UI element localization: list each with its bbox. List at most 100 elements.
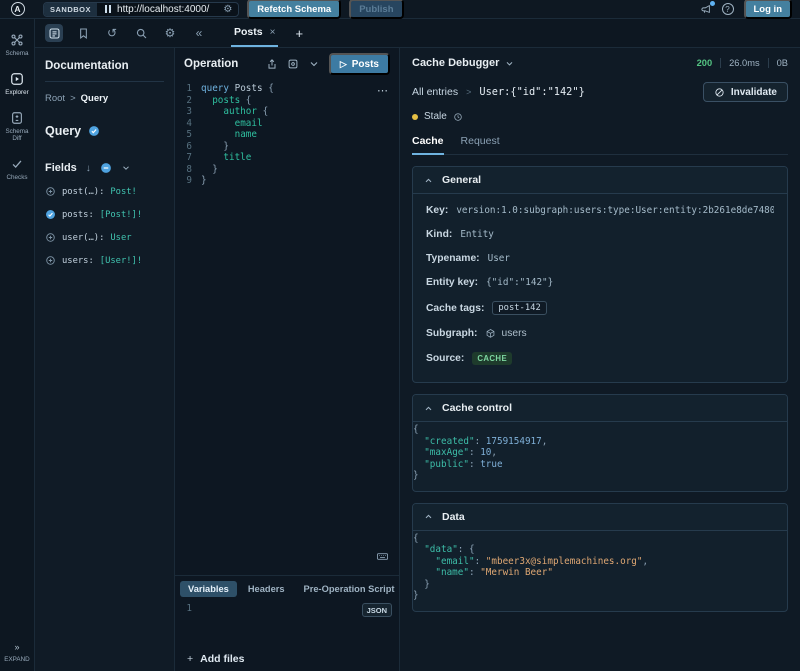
chevron-down-icon[interactable] [121,163,131,173]
clock-icon[interactable] [453,112,463,122]
settings-gear-icon[interactable]: ⚙ [161,24,179,42]
field-item[interactable]: post(…): Post! [45,186,164,197]
connection-settings-gear-icon[interactable]: ⚙ [217,4,238,15]
sidebar-item-schema-diff[interactable]: Schema Diff [0,111,34,142]
general-row: Cache tags:post-142 [426,301,774,315]
run-operation-button[interactable]: ▷ Posts [329,53,390,75]
add-files-button[interactable]: + Add files [175,647,399,671]
cache-control-card-header[interactable]: Cache control [413,395,787,422]
query-editor[interactable]: 1query Posts {2 posts {3 author {4 email… [175,80,399,575]
keyboard-shortcuts-icon[interactable] [376,550,389,568]
cache-control-json: { "created": 1759154917, "maxAge": 10, "… [413,422,787,491]
code-line: { [413,424,787,436]
code-text: { [413,424,419,436]
code-line[interactable]: 8 } [175,164,399,176]
invalidate-button[interactable]: Invalidate [703,82,788,102]
all-entries-link[interactable]: All entries [412,86,458,98]
operation-title: Operation [184,58,257,70]
saved-operations-bookmark-icon[interactable] [74,24,92,42]
variables-editor[interactable]: 1 JSON [175,600,399,647]
field-type[interactable]: [User!]! [100,256,142,266]
code-text: } [201,164,218,176]
bottom-tab-pre-operation-script[interactable]: Pre-Operation Script [296,581,399,597]
explorer-toolbar: ↺ ⚙ « Posts × + [35,19,800,48]
search-icon[interactable] [132,24,150,42]
code-line: "public": true [413,459,787,471]
run-history-icon[interactable]: ↺ [103,24,121,42]
close-tab-icon[interactable]: × [270,27,276,38]
operation-tab-posts[interactable]: Posts × [231,19,278,47]
field-type[interactable]: User [110,233,131,243]
sort-arrow-icon[interactable]: ↓ [86,163,91,174]
collapse-panel-icon[interactable]: « [190,24,208,42]
code-line[interactable]: 6 } [175,141,399,153]
code-line[interactable]: 1query Posts { [175,83,399,95]
no-entry-icon [714,87,725,98]
sidebar-item-schema[interactable]: Schema [5,33,28,57]
login-button[interactable]: Log in [744,0,793,19]
apollo-logo[interactable]: A [0,2,35,16]
expand-rail-button[interactable]: » EXPAND [4,642,29,671]
code-line[interactable]: 7 title [175,152,399,164]
source-badge: CACHE [472,352,512,365]
code-line[interactable]: 3 author { [175,106,399,118]
endpoint-url-bar[interactable]: SANDBOX http://localhost:4000/ ⚙ [43,2,239,17]
cache-tag-badge: post-142 [492,301,546,315]
pause-icon[interactable] [105,5,111,13]
general-card-header[interactable]: General [413,167,787,194]
code-text: "name": "Merwin Beer" [413,567,553,579]
field-item[interactable]: users:[User!]! [45,255,164,266]
general-row-value: Entity [460,229,494,240]
check-circle-icon [88,125,100,137]
field-item[interactable]: posts:[Post!]! [45,209,164,220]
field-type[interactable]: Post! [110,187,136,197]
refetch-schema-button[interactable]: Refetch Schema [247,0,341,19]
code-line: "email": "mbeer3x@simplemachines.org", [413,556,787,568]
field-name: post(…): [62,187,104,197]
save-operation-icon[interactable] [287,58,299,70]
code-text: title [201,152,251,164]
help-icon[interactable]: ? [722,3,734,15]
code-text: email [201,118,263,130]
json-format-badge[interactable]: JSON [362,603,392,617]
field-name: user(…): [62,233,104,243]
share-icon[interactable] [266,58,278,70]
code-line[interactable]: 9} [175,175,399,187]
panel-selector[interactable]: Cache Debugger [412,57,514,69]
line-options-icon[interactable]: ⋯ [377,84,389,97]
code-text: "public": true [413,459,503,471]
deselect-all-icon[interactable] [100,162,112,174]
tab-label: Posts [234,26,263,38]
code-line[interactable]: 2 posts { [175,95,399,107]
breadcrumb-root[interactable]: Root [45,93,65,104]
plus-circle-icon [45,255,56,266]
announcements-megaphone-icon[interactable] [700,3,712,15]
topbar: A SANDBOX http://localhost:4000/ ⚙ Refet… [0,0,800,19]
new-tab-button[interactable]: + [295,26,303,41]
documentation-panel-icon[interactable] [45,24,63,42]
line-number: 7 [175,152,201,164]
response-status: 200 26.0ms 0B [697,58,788,68]
code-line[interactable]: 4 email [175,118,399,130]
plus-circle-icon [45,186,56,197]
line-number: 1 [175,83,201,95]
data-card-header[interactable]: Data [413,504,787,531]
tab-cache[interactable]: Cache [412,135,444,155]
chevron-up-icon [424,176,433,185]
chevron-down-icon[interactable] [308,58,320,70]
breadcrumb-separator: > [70,93,76,104]
fields-list: post(…):Post!posts:[Post!]!user(…):Useru… [45,186,164,266]
stale-dot [412,114,418,120]
endpoint-url-input[interactable]: http://localhost:4000/ [117,4,217,15]
tab-request[interactable]: Request [461,135,500,155]
field-item[interactable]: user(…): User [45,232,164,243]
bottom-tab-headers[interactable]: Headers [240,581,293,597]
sidebar-item-explorer[interactable]: Explorer [5,72,28,96]
sidebar-item-checks[interactable]: Checks [7,157,28,181]
documentation-title: Documentation [45,60,164,82]
code-line[interactable]: 5 name [175,129,399,141]
code-text: author { [201,106,268,118]
general-row: Subgraph:users [426,328,774,339]
field-type[interactable]: [Post!]! [100,210,142,220]
bottom-tab-variables[interactable]: Variables [180,581,237,597]
